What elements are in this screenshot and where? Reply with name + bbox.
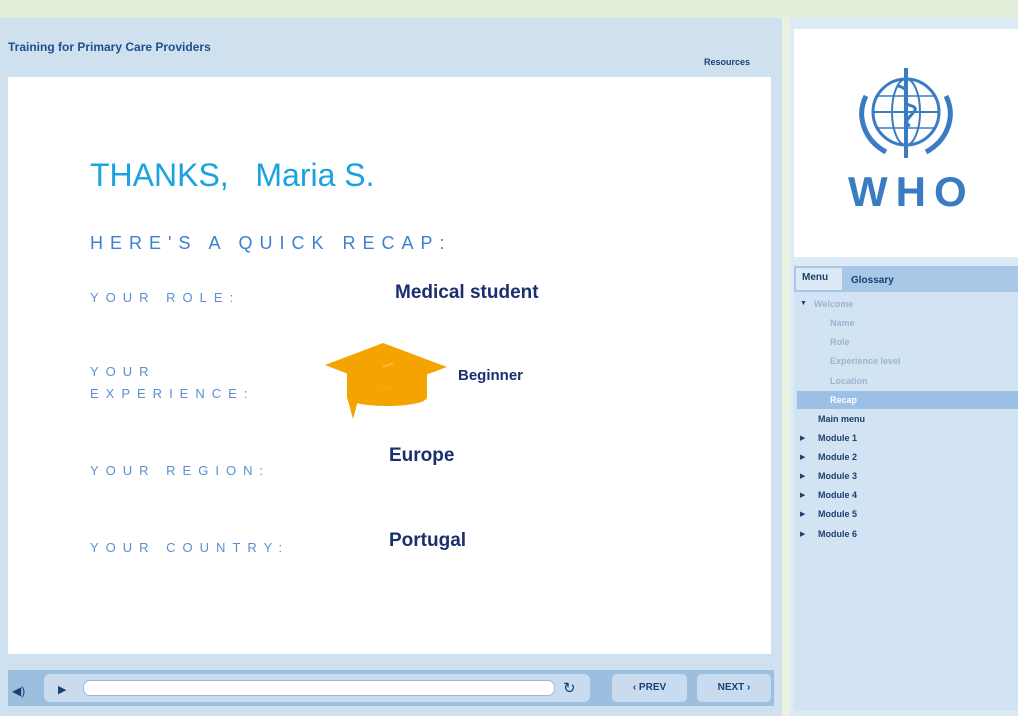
menu-panel (794, 266, 1018, 711)
collapsed-arrow-icon: ▶ (800, 511, 806, 518)
role-label: YOUR ROLE: (90, 290, 241, 305)
menu-item-module-3[interactable]: Module 3 (818, 471, 857, 481)
menu-item-module-6[interactable]: Module 6 (818, 529, 857, 539)
next-button[interactable]: NEXT › (697, 674, 771, 702)
recap-heading: HERE'S A QUICK RECAP: (90, 233, 452, 253)
collapsed-arrow-icon: ▶ (800, 473, 806, 480)
seek-bar[interactable] (83, 680, 555, 696)
play-icon[interactable]: ▶ (58, 683, 66, 696)
top-strip (0, 0, 1018, 18)
collapsed-arrow-icon: ▶ (800, 435, 806, 442)
collapsed-arrow-icon: ▶ (800, 492, 806, 499)
menu-item-experience-level[interactable]: Experience level (830, 356, 901, 366)
volume-icon[interactable]: ◀) (12, 684, 25, 698)
menu-item-welcome[interactable]: Welcome (814, 299, 853, 309)
user-name: Maria S. (255, 157, 375, 193)
menu-item-module-5[interactable]: Module 5 (818, 509, 857, 519)
menu-item-module-4[interactable]: Module 4 (818, 490, 857, 500)
experience-value: Beginner (458, 367, 524, 384)
menu-item-module-2[interactable]: Module 2 (818, 452, 857, 462)
menu-item-name[interactable]: Name (830, 318, 855, 328)
course-title: Training for Primary Care Providers (8, 40, 211, 54)
region-value: Europe (389, 445, 455, 466)
country-label: YOUR COUNTRY: (90, 540, 290, 555)
menu-item-module-1[interactable]: Module 1 (818, 433, 857, 443)
expanded-arrow-icon: ▼ (800, 300, 807, 307)
thanks-label: THANKS, (90, 157, 229, 193)
menu-item-location[interactable]: Location (830, 376, 868, 386)
tab-menu[interactable]: Menu (796, 268, 842, 290)
collapsed-arrow-icon: ▶ (800, 531, 806, 538)
resources-link[interactable]: Resources (704, 57, 750, 67)
experience-label: YOUR EXPERIENCE: (90, 364, 255, 401)
graduation-cap-icon (325, 343, 447, 419)
who-emblem-icon (859, 68, 953, 158)
role-value: Medical student (395, 282, 539, 303)
region-label: YOUR REGION: (90, 463, 271, 478)
menu-item-main-menu[interactable]: Main menu (818, 414, 865, 424)
slide-stage: THANKS, Maria S. HERE'S A QUICK RECAP: Y… (8, 77, 771, 654)
menu-item-role[interactable]: Role (830, 337, 850, 347)
menu-item-recap[interactable]: Recap (830, 395, 857, 405)
prev-button[interactable]: ‹ PREV (612, 674, 687, 702)
thanks-heading: THANKS, Maria S. (90, 157, 375, 194)
collapsed-arrow-icon: ▶ (800, 454, 806, 461)
tab-glossary[interactable]: Glossary (851, 275, 894, 286)
country-value: Portugal (389, 530, 467, 551)
replay-icon[interactable]: ↻ (563, 679, 576, 697)
who-logo-text: WHO (848, 168, 975, 215)
